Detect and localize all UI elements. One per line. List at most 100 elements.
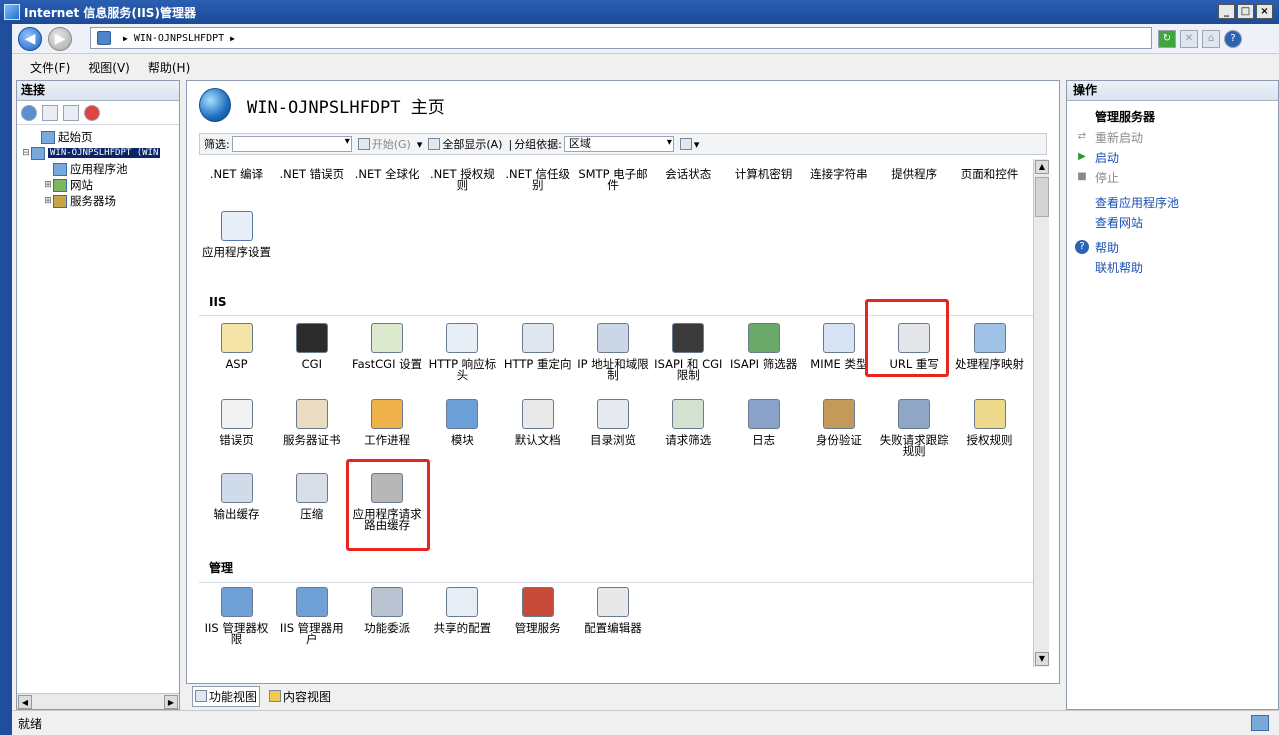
aspnet-feature[interactable]: .NET 全球化 [350,168,425,180]
chevron-right-icon[interactable]: ▶ [230,34,235,43]
aspnet-feature[interactable]: 提供程序 [877,168,952,180]
action-start[interactable]: ▶ 启动 [1075,147,1278,167]
actions-group-manage-server: 管理服务器 [1095,110,1156,124]
iis-feature[interactable]: 授权规则 [952,399,1027,446]
aspnet-feature[interactable]: 计算机密钥 [726,168,801,180]
aspnet-feature[interactable]: .NET 授权规则 [425,168,500,191]
scroll-thumb[interactable] [1035,177,1049,217]
feature-label: ISAPI 筛选器 [729,357,798,371]
tree-item-sites[interactable]: ⊞ 网站 [19,177,177,193]
action-online-help[interactable]: 联机帮助 [1075,257,1278,277]
tab-features-view[interactable]: 功能视图 [192,685,261,707]
feature-label: FastCGI 设置 [352,357,423,371]
iis-feature[interactable]: 处理程序映射 [952,323,1027,370]
help-icon[interactable]: ? [1224,30,1242,48]
vertical-scrollbar[interactable]: ▲ ▼ [1033,159,1049,667]
aspnet-feature[interactable]: 会话状态 [651,168,726,180]
back-button[interactable]: ◀ [18,27,42,51]
maximize-button[interactable]: □ [1237,4,1254,19]
action-view-app-pools[interactable]: 查看应用程序池 [1075,192,1278,212]
group-by-select[interactable]: 区域 [563,136,674,152]
aspnet-feature[interactable]: .NET 错误页 [274,168,349,180]
horizontal-scrollbar[interactable]: ◀ ▶ [17,693,179,709]
scroll-down-arrow[interactable]: ▼ [1035,652,1049,666]
expand-icon[interactable]: ⊞ [43,196,53,206]
aspnet-feature[interactable]: .NET 信任级别 [500,168,575,191]
feature-icon [822,399,855,429]
feature-app-settings[interactable]: 应用程序设置 [199,211,274,258]
menu-view[interactable]: 视图(V) [86,57,132,78]
aspnet-feature[interactable]: 页面和控件 [952,168,1027,180]
forward-button[interactable]: ▶ [48,27,72,51]
go-dropdown-icon[interactable]: ▾ [417,138,423,151]
iis-feature[interactable]: 请求筛选 [651,399,726,446]
action-stop[interactable]: ■ 停止 [1075,167,1278,187]
iis-feature[interactable]: ISAPI 筛选器 [726,323,801,370]
chevron-right-icon[interactable]: ▶ [123,34,128,43]
iis-feature[interactable]: 目录浏览 [576,399,651,446]
manage-feature[interactable]: 配置编辑器 [576,587,651,634]
manage-feature[interactable]: IIS 管理器权限 [199,587,274,645]
action-restart[interactable]: ⇄ 重新启动 [1075,127,1278,147]
scroll-up-arrow[interactable]: ▲ [1035,160,1049,174]
iis-feature[interactable]: 失败请求跟踪规则 [877,399,952,457]
disconnect-icon[interactable] [84,104,100,121]
tree-item-server-farms[interactable]: ⊞ 服务器场 [19,193,177,209]
iis-feature[interactable]: IP 地址和域限制 [576,323,651,381]
feature-label: 压缩 [300,507,324,521]
manage-feature[interactable]: 管理服务 [500,587,575,634]
manage-feature[interactable]: 共享的配置 [425,587,500,634]
scroll-right-arrow[interactable]: ▶ [164,695,178,709]
scroll-left-arrow[interactable]: ◀ [18,695,32,709]
iis-feature[interactable]: ASP [199,323,274,370]
menu-file[interactable]: 文件(F) [28,57,72,78]
feature-icon [220,473,253,503]
breadcrumb[interactable]: ▶ WIN-OJNPSLHFDPT ▶ [90,27,1152,49]
collapse-icon[interactable]: ⊟ [21,148,31,158]
up-icon[interactable] [63,104,79,121]
home-icon[interactable]: ⌂ [1202,30,1220,48]
menu-help[interactable]: 帮助(H) [146,57,192,78]
refresh-icon[interactable]: ↻ [1158,30,1176,48]
action-view-sites[interactable]: 查看网站 [1075,212,1278,232]
connect-icon[interactable] [21,104,37,121]
tree-item-server[interactable]: ⊟ WIN-OJNPSLHFDPT (WIN [19,145,177,161]
minimize-button[interactable]: _ [1218,4,1235,19]
aspnet-feature[interactable]: SMTP 电子邮件 [576,168,651,191]
close-button[interactable]: × [1256,4,1273,19]
iis-feature[interactable]: 工作进程 [350,399,425,446]
iis-feature[interactable]: 输出缓存 [199,473,274,520]
go-button[interactable]: 开始(G) [354,136,415,152]
iis-feature[interactable]: FastCGI 设置 [350,323,425,370]
save-icon[interactable] [42,104,58,121]
action-help[interactable]: ? 帮助 [1075,237,1278,257]
aspnet-feature[interactable]: .NET 编译 [199,168,274,180]
expand-icon[interactable]: ⊞ [43,180,53,190]
iis-feature[interactable]: 压缩 [274,473,349,520]
iis-feature[interactable]: 模块 [425,399,500,446]
aspnet-feature[interactable]: 连接字符串 [801,168,876,180]
view-mode-button[interactable]: ▾ [676,138,704,151]
breadcrumb-server[interactable]: WIN-OJNPSLHFDPT [134,33,224,44]
show-all-button[interactable]: 全部显示(A) [424,136,506,152]
manage-feature[interactable]: IIS 管理器用户 [274,587,349,645]
tree-item-app-pools[interactable]: 应用程序池 [19,161,177,177]
feature-label: 共享的配置 [433,621,492,635]
iis-feature[interactable]: 错误页 [199,399,274,446]
iis-feature[interactable]: 默认文档 [500,399,575,446]
iis-feature[interactable]: HTTP 重定向 [500,323,575,370]
iis-feature[interactable]: 服务器证书 [274,399,349,446]
title-bar: Internet 信息服务(IIS)管理器 _ □ × [0,0,1279,24]
page-title: WIN-OJNPSLHFDPT 主页 [247,97,445,118]
iis-feature[interactable]: ISAPI 和 CGI 限制 [651,323,726,381]
iis-feature[interactable]: 身份验证 [801,399,876,446]
iis-feature[interactable]: 日志 [726,399,801,446]
tab-content-view[interactable]: 内容视图 [266,686,334,707]
filter-input[interactable] [231,136,352,152]
tree-item-start-page[interactable]: 起始页 [19,129,177,145]
manage-feature[interactable]: 功能委派 [350,587,425,634]
iis-feature[interactable]: CGI [274,323,349,370]
action-label: 查看应用程序池 [1095,195,1180,210]
iis-feature[interactable]: HTTP 响应标头 [425,323,500,381]
stop-icon[interactable]: ✕ [1180,30,1198,48]
